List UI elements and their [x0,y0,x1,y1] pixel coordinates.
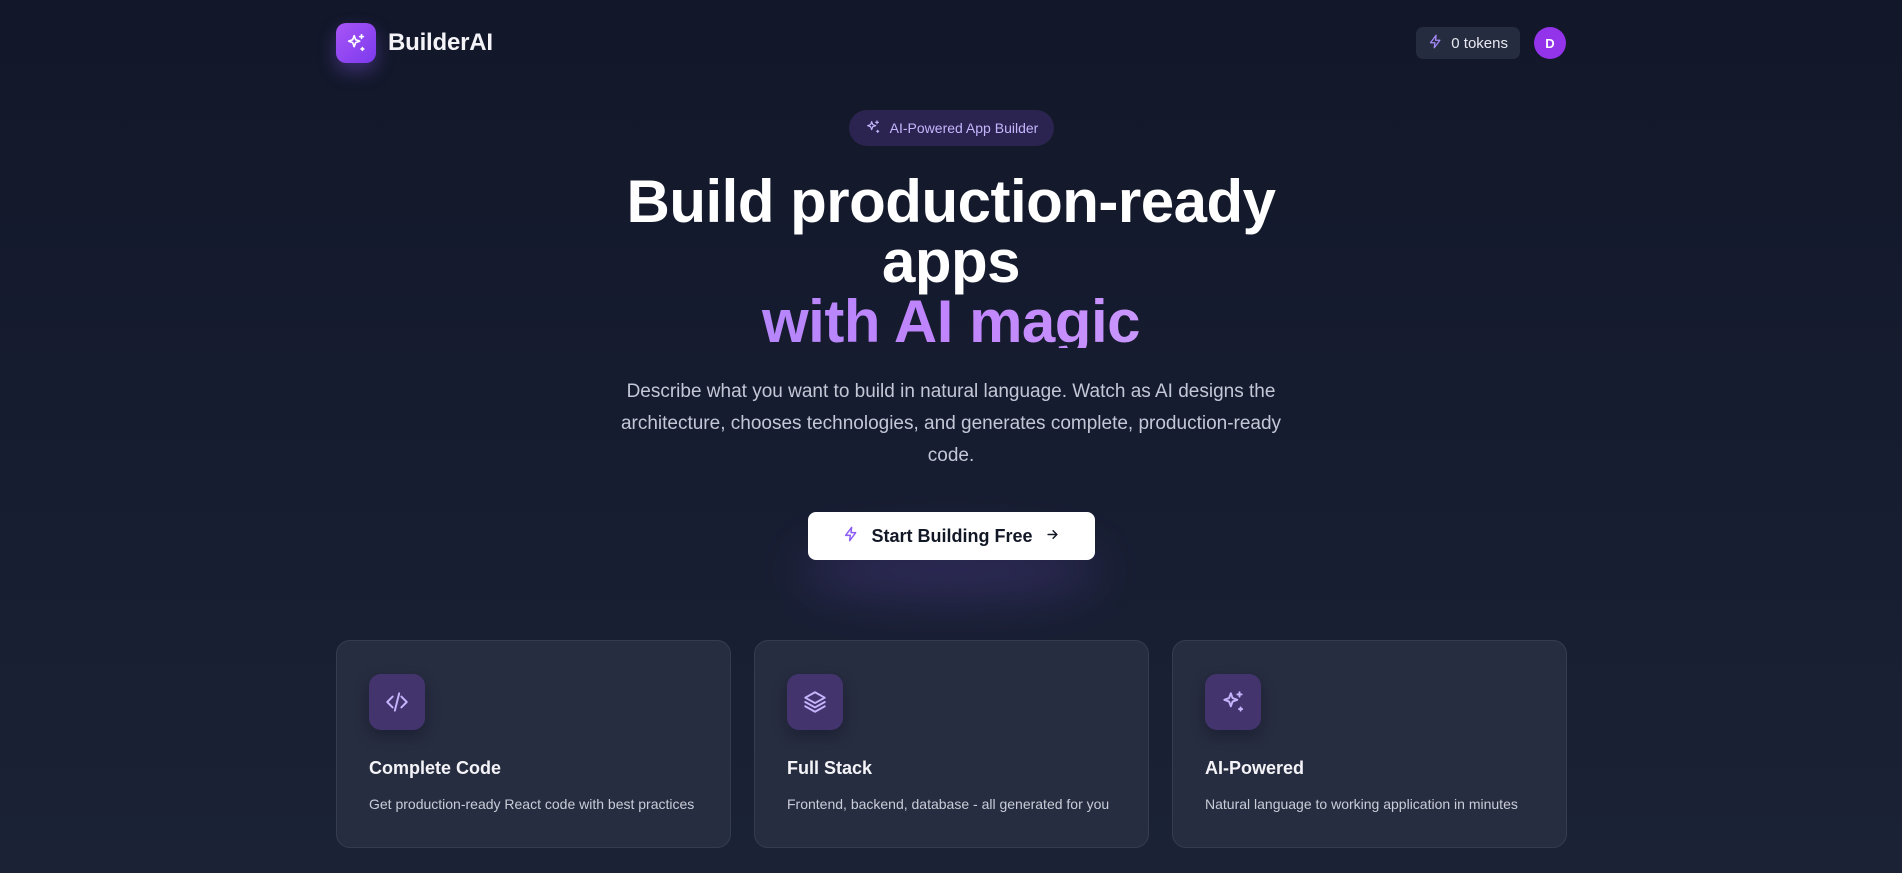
lightning-icon [843,526,859,547]
brand[interactable]: BuilderAI [336,23,493,63]
token-balance[interactable]: 0 tokens [1416,27,1520,59]
hero-title-accent: with AI magic [451,292,1451,348]
code-icon [369,674,425,730]
feature-card-full-stack: Full Stack Frontend, backend, database -… [754,640,1149,848]
top-nav: BuilderAI 0 tokens D [336,22,1566,64]
hero-title-line2: apps [881,228,1021,295]
arrow-right-icon [1045,526,1060,547]
feature-description: Get production-ready React code with bes… [369,796,695,812]
feature-description: Frontend, backend, database - all genera… [787,796,1110,812]
layers-icon [787,674,843,730]
landing-page: BuilderAI 0 tokens D AI-Powered App Buil… [0,0,1902,873]
feature-card-ai-powered: AI-Powered Natural language to working a… [1172,640,1567,848]
feature-title: Complete Code [369,758,502,778]
sparkles-icon [865,119,881,138]
hero-badge: AI-Powered App Builder [849,110,1054,146]
start-building-button[interactable]: Start Building Free [808,512,1095,560]
feature-card-complete-code: Complete Code Get production-ready React… [336,640,731,848]
hero-title: Build production-ready apps with AI magi… [451,168,1451,349]
hero-title-line1: Build production-ready [626,168,1277,235]
hero-badge-label: AI-Powered App Builder [889,120,1039,136]
feature-title: AI-Powered [1205,758,1305,778]
user-avatar[interactable]: D [1534,27,1566,59]
hero-subtitle: Describe what you want to build in natur… [620,381,1282,466]
start-building-label: Start Building Free [871,525,1033,546]
brand-name: BuilderAI [388,29,493,56]
feature-title: Full Stack [787,758,873,778]
sparkles-logo-icon [336,23,376,63]
feature-description: Natural language to working application … [1205,796,1518,812]
header-actions: 0 tokens D [1416,27,1566,59]
lightning-icon [1428,34,1443,53]
token-count: 0 tokens [1451,34,1508,52]
sparkles-icon [1205,674,1261,730]
feature-cards: Complete Code Get production-ready React… [336,640,1567,848]
